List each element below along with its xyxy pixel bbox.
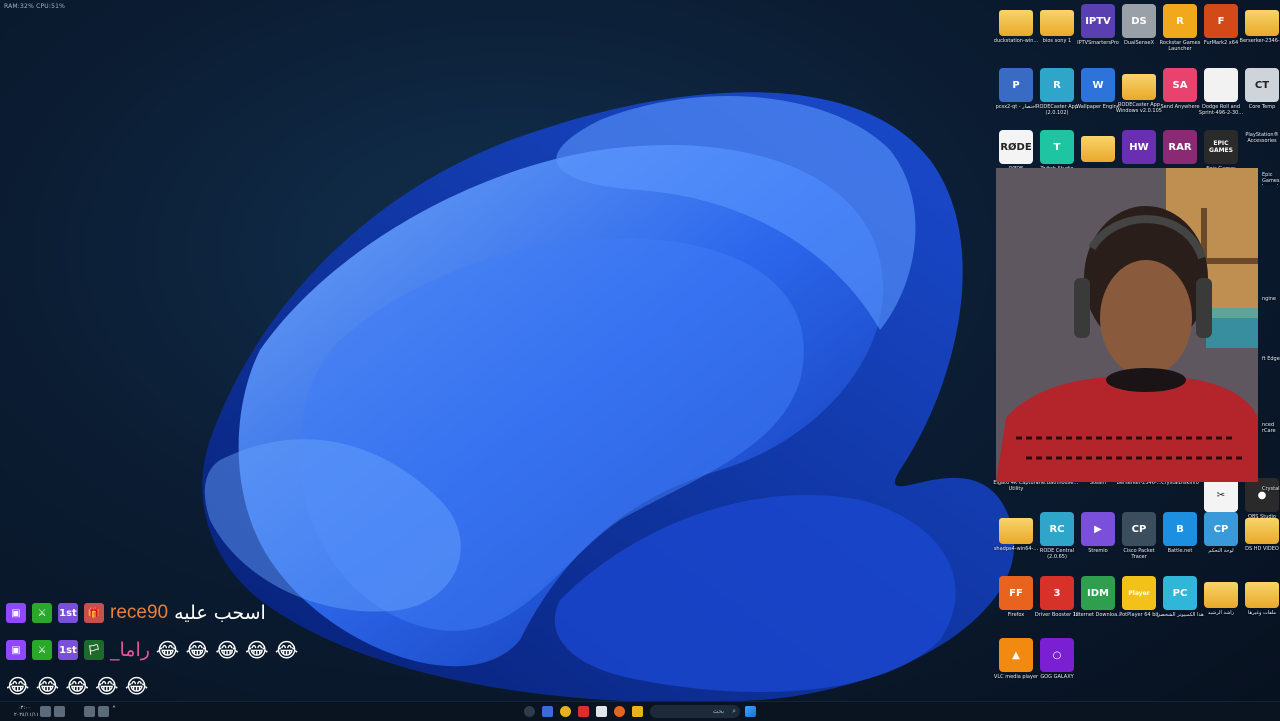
first-badge-icon: 1st — [58, 640, 78, 660]
folder-icon — [999, 518, 1033, 544]
app-icon: R — [1040, 68, 1074, 102]
flag-badge-icon: 🏳 — [84, 640, 104, 660]
app-taskbar-icon[interactable] — [542, 706, 553, 717]
first-badge-icon: 1st — [58, 603, 78, 623]
app-icon: CP — [1122, 512, 1156, 546]
folder-icon — [1245, 10, 1279, 36]
app-icon: 3 — [1040, 576, 1074, 610]
notepad-taskbar-icon[interactable] — [596, 706, 607, 717]
app-icon: HW — [1122, 130, 1156, 164]
app-icon: RØDE — [999, 130, 1033, 164]
app-icon: F — [1204, 4, 1238, 38]
brave-taskbar-icon[interactable] — [578, 706, 589, 717]
folder-icon — [1204, 582, 1238, 608]
app-icon: ○ — [1040, 638, 1074, 672]
app-icon: Player — [1122, 576, 1156, 610]
chat-line-3: 😂 😂 😂 😂 😂 — [6, 674, 148, 698]
chrome-taskbar-icon[interactable] — [560, 706, 571, 717]
app-icon: RAR — [1163, 130, 1197, 164]
microphone-icon[interactable] — [84, 706, 95, 717]
tray-time[interactable]: ٠٣:٠٠ — [18, 705, 30, 711]
app-icon: IDM — [1081, 576, 1115, 610]
chat-message: 😂 😂 😂 😂 😂 — [155, 638, 299, 662]
side-label: nced rCare — [1262, 422, 1276, 434]
side-label: ngine — [1262, 296, 1276, 302]
search-placeholder: بحث — [712, 708, 724, 715]
app-icon: CT — [1245, 68, 1279, 102]
performance-overlay: RAM:32% CPU:51% — [4, 3, 66, 10]
app-icon: R — [1163, 4, 1197, 38]
app-icon: DS — [1122, 4, 1156, 38]
notification-icon[interactable] — [40, 706, 51, 717]
desktop-icon-label: DS HD VIDEO — [1245, 546, 1279, 552]
app-icon: EPIC GAMES — [1204, 130, 1238, 164]
taskbar-search-box[interactable]: بحث ⌕ — [650, 705, 740, 718]
folder-icon — [999, 10, 1033, 36]
chat-message: 😂 😂 😂 😂 😂 — [6, 674, 149, 698]
chat-line-1: ▣ ⚔ 1st 🎁 rece90 اسحب عليه — [6, 602, 266, 624]
twitch-badge-icon: ▣ — [6, 640, 26, 660]
tray-chevron-up-icon[interactable]: ˄ — [112, 705, 123, 716]
volume-icon[interactable] — [98, 706, 109, 717]
app-icon: PC — [1163, 576, 1197, 610]
desktop-icon[interactable]: DS HD VIDEO — [1238, 512, 1280, 576]
desktop-icon-label: ملفات وغيرها — [1247, 610, 1277, 616]
app-icon: ● — [1245, 478, 1279, 512]
app-icon: IPTV — [1081, 4, 1115, 38]
file-explorer-taskbar-icon[interactable] — [632, 706, 643, 717]
side-label: CrystalDiskInfo — [1262, 486, 1280, 492]
side-label: Epic Games Launcher — [1262, 172, 1280, 185]
folder-icon — [1122, 74, 1156, 100]
windows-start-icon[interactable] — [745, 706, 756, 717]
search-icon: ⌕ — [732, 707, 736, 715]
app-icon: CP — [1204, 512, 1238, 546]
app-icon: B — [1163, 512, 1197, 546]
desktop-icon-label: Core Temp — [1248, 104, 1276, 110]
folder-icon — [1081, 136, 1115, 162]
twitch-badge-icon: ▣ — [6, 603, 26, 623]
app-icon: ✂ — [1204, 478, 1238, 512]
app-icon: T — [1040, 130, 1074, 164]
chat-username: _راما — [110, 639, 150, 661]
sword-badge-icon: ⚔ — [32, 603, 52, 623]
desktop-icon-label: GOG GALAXY — [1040, 674, 1074, 680]
app-icon: ▶ — [1081, 512, 1115, 546]
side-label: ft Edge — [1262, 356, 1280, 362]
desktop-icon[interactable]: Berserker-2346-... — [1238, 4, 1280, 68]
app-icon: FF — [999, 576, 1033, 610]
app-icon: ▲ — [999, 638, 1033, 672]
chat-username: rece90 — [110, 602, 169, 623]
desktop-icon[interactable]: ○ GOG GALAXY — [1033, 638, 1081, 702]
app-icon — [1204, 68, 1238, 102]
taskbar: ٠٣:٠٠ ٢٠٢٤/١١/١١ ˄ بحث ⌕ — [0, 701, 1280, 721]
chat-line-2: ▣ ⚔ 1st 🏳 _راما 😂 😂 😂 😂 😂 — [6, 638, 298, 662]
app-icon: RC — [1040, 512, 1074, 546]
desktop-icon-label: PlayStation® Accessories — [1245, 132, 1279, 144]
folder-icon — [1040, 10, 1074, 36]
folder-icon — [1245, 518, 1279, 544]
firefox-taskbar-icon[interactable] — [614, 706, 625, 717]
sword-badge-icon: ⚔ — [32, 640, 52, 660]
webcam-overlay — [996, 168, 1258, 482]
app-icon: SA — [1163, 68, 1197, 102]
app-icon: P — [999, 68, 1033, 102]
folder-icon — [1245, 582, 1279, 608]
desktop-icon[interactable]: CT Core Temp — [1238, 68, 1280, 132]
tray-date[interactable]: ٢٠٢٤/١١/١١ — [14, 712, 39, 718]
steam-taskbar-icon[interactable] — [524, 706, 535, 717]
desktop-icon-label: Berserker-2346-... — [1239, 38, 1280, 44]
streamer-webcam-image — [996, 168, 1258, 482]
gift-badge-icon: 🎁 — [84, 603, 104, 623]
app-icon: W — [1081, 68, 1115, 102]
desktop-icon[interactable]: ملفات وغيرها — [1238, 576, 1280, 640]
network-icon[interactable] — [54, 706, 65, 717]
chat-message: اسحب عليه — [174, 602, 266, 624]
